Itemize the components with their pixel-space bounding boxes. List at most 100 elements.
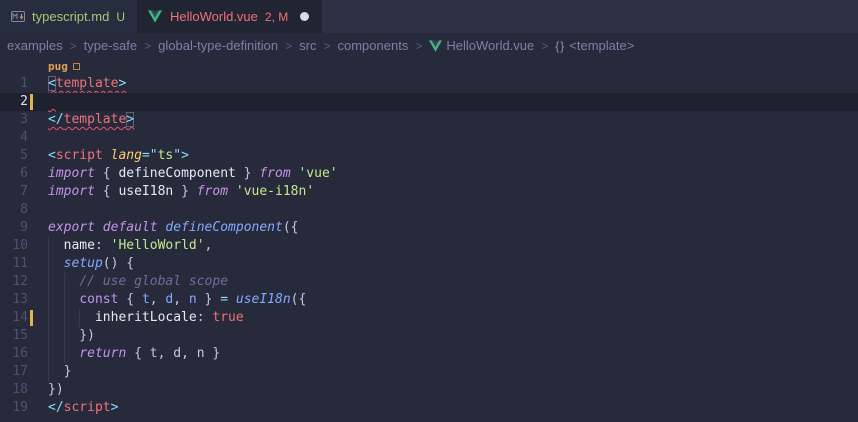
- code-token: ,: [150, 292, 166, 307]
- inlay-edit-icon[interactable]: [73, 63, 80, 70]
- breadcrumb-label: HelloWorld.vue: [446, 38, 534, 53]
- line-number[interactable]: 11: [0, 255, 28, 273]
- code-token: }: [236, 166, 259, 181]
- code-token: [48, 94, 56, 109]
- code-token: default: [103, 220, 158, 235]
- code-line[interactable]: 9export default defineComponent({: [0, 219, 858, 237]
- code-token: :: [95, 238, 111, 253]
- code-token: [103, 148, 111, 163]
- code-line[interactable]: 17 }: [0, 363, 858, 381]
- breadcrumb-item[interactable]: type-safe: [84, 38, 137, 53]
- breadcrumb-item[interactable]: HelloWorld.vue: [429, 38, 534, 53]
- breadcrumb-item[interactable]: {}<template>: [555, 38, 634, 53]
- code-token: export: [48, 220, 95, 235]
- line-number[interactable]: 18: [0, 381, 28, 399]
- code-line[interactable]: 6 import { defineComponent } from 'vue': [0, 165, 858, 183]
- template-lang-inlay[interactable]: pug: [48, 58, 80, 75]
- line-number[interactable]: 1: [0, 75, 28, 93]
- indent-guide: [64, 327, 65, 345]
- code-token: const: [79, 292, 118, 307]
- line-number[interactable]: 16: [0, 345, 28, 363]
- code-line[interactable]: 16 return { t, d, n }: [0, 345, 858, 363]
- tab-problems-badge: 2, M: [265, 10, 288, 24]
- code-token: >: [118, 76, 126, 91]
- code-token: { t, d, n }: [126, 346, 220, 361]
- code-line[interactable]: 10 name: 'HelloWorld',: [0, 237, 858, 255]
- code-token: }): [48, 382, 64, 397]
- line-number[interactable]: 4: [0, 129, 28, 147]
- line-number[interactable]: 7: [0, 183, 28, 201]
- line-number[interactable]: 10: [0, 237, 28, 255]
- code-token: <: [48, 76, 56, 91]
- code-line[interactable]: 14 inheritLocale: true: [0, 309, 858, 327]
- code-line[interactable]: 18}): [0, 381, 858, 399]
- line-number[interactable]: 5: [0, 147, 28, 165]
- code-line[interactable]: 19 </script>: [0, 399, 858, 417]
- code-line[interactable]: 3 </template>: [0, 111, 858, 129]
- code-line[interactable]: 2: [0, 93, 858, 111]
- line-number[interactable]: 15: [0, 327, 28, 345]
- line-number[interactable]: 8: [0, 201, 28, 219]
- code-token: inheritLocale: [95, 310, 197, 325]
- tab-helloworld-vue[interactable]: HelloWorld.vue 2, M: [138, 0, 322, 33]
- breadcrumb-item[interactable]: src: [299, 38, 316, 53]
- breadcrumb-item[interactable]: examples: [7, 38, 63, 53]
- breadcrumb-label: type-safe: [84, 38, 137, 53]
- code-token: import: [48, 166, 95, 181]
- git-modified-marker[interactable]: [30, 310, 33, 326]
- line-number[interactable]: 17: [0, 363, 28, 381]
- line-number[interactable]: 14: [0, 309, 28, 327]
- breadcrumb-label: src: [299, 38, 316, 53]
- code-line[interactable]: 7import { useI18n } from 'vue-i18n': [0, 183, 858, 201]
- breadcrumb-item[interactable]: global-type-definition: [158, 38, 278, 53]
- indent-guide: [64, 291, 65, 309]
- code-line-content: </script>: [48, 399, 858, 417]
- breadcrumb-separator-icon: >: [541, 39, 548, 53]
- line-number[interactable]: 12: [0, 273, 28, 291]
- code-line[interactable]: 1<template>: [0, 75, 858, 93]
- code-line[interactable]: 5<script lang="ts">: [0, 147, 858, 165]
- code-lines: 1 < template >2 3 </template> 45<script lang=…: [0, 75, 858, 417]
- indent-guide: [48, 273, 49, 291]
- code-line-content: </template>: [48, 111, 858, 129]
- code-line[interactable]: 13 const { t, d, n } = useI18n({: [0, 291, 858, 309]
- code-token: [48, 256, 64, 271]
- code-line[interactable]: 12 // use global scope: [0, 273, 858, 291]
- code-line-content: inheritLocale: true: [48, 309, 858, 327]
- code-line[interactable]: 15 }): [0, 327, 858, 345]
- line-number[interactable]: 2: [0, 93, 28, 111]
- code-token: from: [259, 166, 290, 181]
- inlay-label: pug: [48, 58, 68, 75]
- code-token: ,: [173, 292, 189, 307]
- git-modified-marker[interactable]: [30, 94, 33, 110]
- code-token: 'vue-i18n': [236, 184, 314, 199]
- code-line[interactable]: 8: [0, 201, 858, 219]
- code-token: }: [197, 292, 220, 307]
- code-line-content: name: 'HelloWorld',: [48, 237, 858, 255]
- code-token: ({: [291, 292, 307, 307]
- line-number[interactable]: 19: [0, 399, 28, 417]
- code-line-content: const { t, d, n } = useI18n({: [48, 291, 858, 309]
- tab-typescript-md[interactable]: typescript.md U: [0, 0, 138, 33]
- line-number[interactable]: 6: [0, 165, 28, 183]
- line-number[interactable]: 3: [0, 111, 28, 129]
- breadcrumb: examples>type-safe>global-type-definitio…: [0, 33, 858, 58]
- code-line[interactable]: 4: [0, 129, 858, 147]
- line-number[interactable]: 13: [0, 291, 28, 309]
- breadcrumb-label: components: [338, 38, 409, 53]
- code-token: </: [48, 112, 64, 127]
- code-token: () {: [103, 256, 134, 271]
- code-line-content: import { defineComponent } from 'vue': [48, 165, 858, 183]
- code-line[interactable]: 11 setup() {: [0, 255, 858, 273]
- code-editor[interactable]: pug 1 < template >2 3 </template> 45<script l…: [0, 58, 858, 422]
- code-token: [48, 310, 95, 325]
- code-token: [228, 184, 236, 199]
- breadcrumb-item[interactable]: components: [338, 38, 409, 53]
- code-token: return: [79, 346, 126, 361]
- line-number[interactable]: 9: [0, 219, 28, 237]
- breadcrumb-label: examples: [7, 38, 63, 53]
- code-token: template: [64, 112, 127, 127]
- code-token: [228, 292, 236, 307]
- unsaved-changes-dot[interactable]: [300, 12, 309, 21]
- indent-guide: [79, 309, 80, 327]
